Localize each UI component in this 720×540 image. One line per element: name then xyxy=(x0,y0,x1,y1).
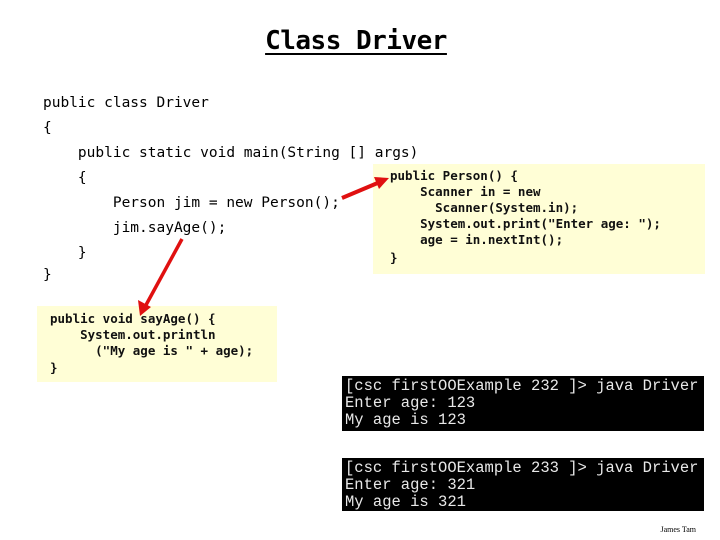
terminal-line: My age is 123 xyxy=(345,411,466,429)
note-line: public Person() { xyxy=(390,168,518,183)
code-line: { xyxy=(43,170,87,186)
terminal-line: [csc firstOOExample 233 ]> java Driver xyxy=(345,459,699,477)
note-line: public void sayAge() { xyxy=(50,311,216,326)
slide-title: Class Driver xyxy=(265,26,447,56)
code-line: } xyxy=(43,245,87,261)
person-constructor-note: public Person() { Scanner in = new Scann… xyxy=(373,164,705,274)
arrow-to-say-age-method xyxy=(138,238,184,316)
note-line: ("My age is " + age); xyxy=(50,343,254,358)
terminal-line: [csc firstOOExample 232 ]> java Driver xyxy=(345,377,699,395)
code-line: { xyxy=(43,120,52,136)
author-credit: James Tam xyxy=(660,525,696,534)
note-line: age = in.nextInt(); xyxy=(390,232,564,247)
note-line: Scanner(System.in); xyxy=(390,200,579,215)
say-age-note: public void sayAge() { System.out.printl… xyxy=(37,306,277,382)
note-line: } xyxy=(50,360,58,375)
code-line: public static void main(String [] args) xyxy=(43,145,419,161)
code-line: Person jim = new Person(); xyxy=(43,195,340,211)
note-line: System.out.print("Enter age: "); xyxy=(390,216,661,231)
note-line: System.out.println xyxy=(50,327,216,342)
code-line: } xyxy=(43,267,52,283)
code-line: jim.sayAge(); xyxy=(43,220,227,236)
terminal-output-run-1: [csc firstOOExample 232 ]> java Driver E… xyxy=(342,376,704,431)
terminal-line: Enter age: 123 xyxy=(345,394,476,412)
code-line: public class Driver xyxy=(43,95,209,111)
terminal-line: My age is 321 xyxy=(345,493,466,511)
note-line: } xyxy=(390,250,398,265)
note-line: Scanner in = new xyxy=(390,184,541,199)
terminal-output-run-2: [csc firstOOExample 233 ]> java Driver E… xyxy=(342,458,704,511)
terminal-line: Enter age: 321 xyxy=(345,476,476,494)
